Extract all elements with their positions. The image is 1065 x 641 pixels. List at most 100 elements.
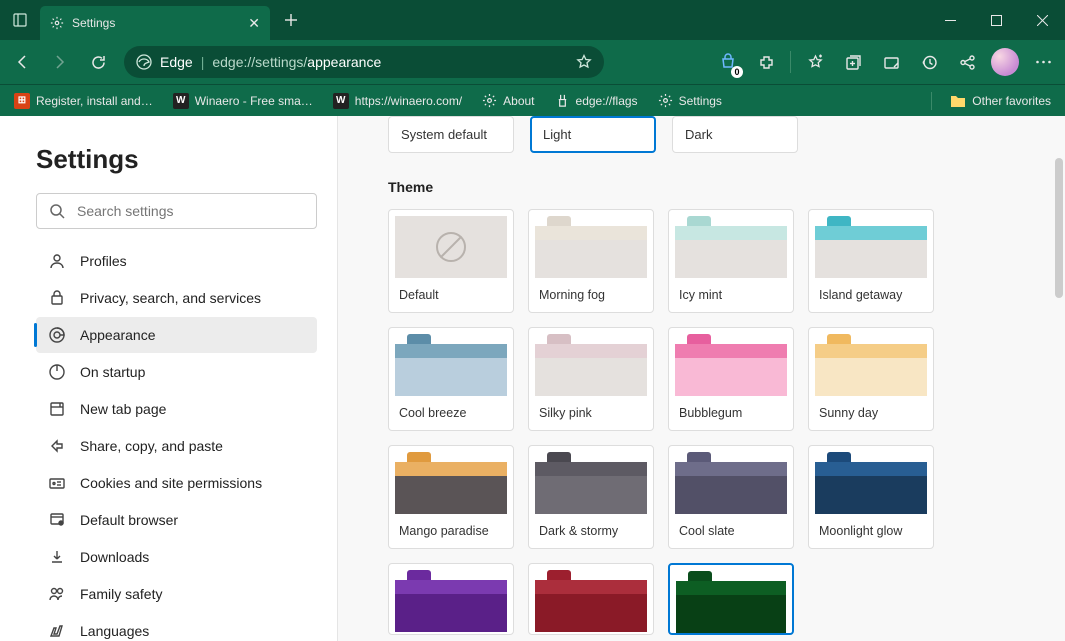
nav-item-default-browser[interactable]: Default browser — [36, 502, 317, 538]
nav-label: Family safety — [80, 586, 162, 602]
nav-item-on-startup[interactable]: On startup — [36, 354, 317, 390]
history-button[interactable] — [911, 44, 947, 80]
gear-icon — [50, 16, 64, 30]
nav-label: On startup — [80, 364, 145, 380]
settings-main: System defaultLightDark Theme DefaultMor… — [338, 116, 1065, 641]
close-window-button[interactable] — [1019, 0, 1065, 40]
close-tab-icon[interactable]: ✕ — [248, 15, 260, 32]
refresh-button[interactable] — [80, 44, 116, 80]
theme-card-morning-fog[interactable]: Morning fog — [528, 209, 654, 313]
forward-button[interactable] — [42, 44, 78, 80]
theme-label: Icy mint — [669, 278, 793, 312]
screenshot-button[interactable] — [873, 44, 909, 80]
bookmark-item[interactable]: WWinaero - Free sma… — [165, 89, 321, 113]
nav-label: New tab page — [80, 401, 166, 417]
theme-label: Mango paradise — [389, 514, 513, 548]
nav-item-downloads[interactable]: Downloads — [36, 539, 317, 575]
theme-card-island-getaway[interactable]: Island getaway — [808, 209, 934, 313]
nav-label: Share, copy, and paste — [80, 438, 223, 454]
toolbar: Edge | edge://settings/appearance 0 — [0, 40, 1065, 84]
addr-url: edge://settings/appearance — [212, 54, 381, 70]
theme-preview — [675, 216, 787, 278]
bookmark-item[interactable]: About — [474, 89, 542, 112]
theme-preview — [675, 334, 787, 396]
theme-card-bubblegum[interactable]: Bubblegum — [668, 327, 794, 431]
theme-label: Cool breeze — [389, 396, 513, 430]
minimize-button[interactable] — [927, 0, 973, 40]
nav-item-privacy-search-and-services[interactable]: Privacy, search, and services — [36, 280, 317, 316]
theme-label: Island getaway — [809, 278, 933, 312]
theme-card-dark-stormy[interactable]: Dark & stormy — [528, 445, 654, 549]
settings-search[interactable] — [36, 193, 317, 229]
browser-tab[interactable]: Settings ✕ — [40, 6, 270, 40]
window-controls — [927, 0, 1065, 40]
new-tab-button[interactable] — [276, 5, 306, 35]
theme-preview — [815, 334, 927, 396]
nav-label: Languages — [80, 623, 149, 639]
theme-card-sunny-day[interactable]: Sunny day — [808, 327, 934, 431]
tab-title: Settings — [72, 16, 115, 30]
theme-card-unnamed[interactable] — [388, 563, 514, 635]
profile-button[interactable] — [987, 44, 1023, 80]
bookmark-item[interactable]: edge://flags — [547, 89, 646, 112]
theme-card-moonlight-glow[interactable]: Moonlight glow — [808, 445, 934, 549]
theme-card-default[interactable]: Default — [388, 209, 514, 313]
theme-card-cool-breeze[interactable]: Cool breeze — [388, 327, 514, 431]
bookmark-item[interactable]: Whttps://winaero.com/ — [325, 89, 470, 113]
theme-card-cool-slate[interactable]: Cool slate — [668, 445, 794, 549]
search-icon — [49, 203, 65, 219]
tab-actions-icon[interactable] — [0, 0, 40, 40]
nav-item-languages[interactable]: Languages — [36, 613, 317, 641]
bookmark-item[interactable]: Settings — [650, 89, 730, 112]
settings-search-input[interactable] — [77, 203, 304, 219]
other-favorites[interactable]: Other favorites — [942, 90, 1059, 112]
theme-card-unnamed[interactable] — [528, 563, 654, 635]
nav-label: Privacy, search, and services — [80, 290, 261, 306]
titlebar: Settings ✕ — [0, 0, 1065, 40]
nav-item-appearance[interactable]: Appearance — [36, 317, 317, 353]
favorite-star-icon[interactable] — [576, 54, 592, 70]
extensions-button[interactable] — [748, 44, 784, 80]
theme-label: Dark & stormy — [529, 514, 653, 548]
theme-preview — [395, 216, 507, 278]
theme-card-unnamed[interactable] — [668, 563, 794, 635]
share-button[interactable] — [949, 44, 985, 80]
content-area: Settings Profiles Privacy, search, and se… — [0, 116, 1065, 641]
theme-card-mango-paradise[interactable]: Mango paradise — [388, 445, 514, 549]
nav-label: Profiles — [80, 253, 127, 269]
appearance-mode-dark[interactable]: Dark — [672, 116, 798, 153]
nav-label: Cookies and site permissions — [80, 475, 262, 491]
collections-button[interactable] — [835, 44, 871, 80]
addr-separator: | — [201, 54, 205, 70]
maximize-button[interactable] — [973, 0, 1019, 40]
menu-button[interactable] — [1025, 44, 1061, 80]
nav-item-cookies-and-site-permissions[interactable]: Cookies and site permissions — [36, 465, 317, 501]
appearance-mode-system-default[interactable]: System default — [388, 116, 514, 153]
theme-label: Silky pink — [529, 396, 653, 430]
bookmarks-separator — [931, 92, 932, 110]
bookmarks-bar: ⊞Register, install and… WWinaero - Free … — [0, 84, 1065, 116]
nav-item-new-tab-page[interactable]: New tab page — [36, 391, 317, 427]
favorites-button[interactable] — [797, 44, 833, 80]
shopping-button[interactable]: 0 — [710, 44, 746, 80]
settings-heading: Settings — [36, 144, 317, 175]
badge-count: 0 — [731, 66, 743, 78]
bookmark-item[interactable]: ⊞Register, install and… — [6, 89, 161, 113]
nav-label: Default browser — [80, 512, 178, 528]
theme-preview — [535, 334, 647, 396]
theme-label: Cool slate — [669, 514, 793, 548]
theme-label: Morning fog — [529, 278, 653, 312]
theme-preview — [815, 216, 927, 278]
toolbar-separator — [790, 51, 791, 73]
theme-card-icy-mint[interactable]: Icy mint — [668, 209, 794, 313]
nav-item-profiles[interactable]: Profiles — [36, 243, 317, 279]
no-icon — [436, 232, 466, 262]
address-bar[interactable]: Edge | edge://settings/appearance — [124, 46, 604, 78]
nav-item-share-copy-and-paste[interactable]: Share, copy, and paste — [36, 428, 317, 464]
theme-preview — [535, 216, 647, 278]
nav-item-family-safety[interactable]: Family safety — [36, 576, 317, 612]
back-button[interactable] — [4, 44, 40, 80]
theme-card-silky-pink[interactable]: Silky pink — [528, 327, 654, 431]
appearance-mode-light[interactable]: Light — [530, 116, 656, 153]
scrollbar-thumb[interactable] — [1055, 158, 1063, 298]
